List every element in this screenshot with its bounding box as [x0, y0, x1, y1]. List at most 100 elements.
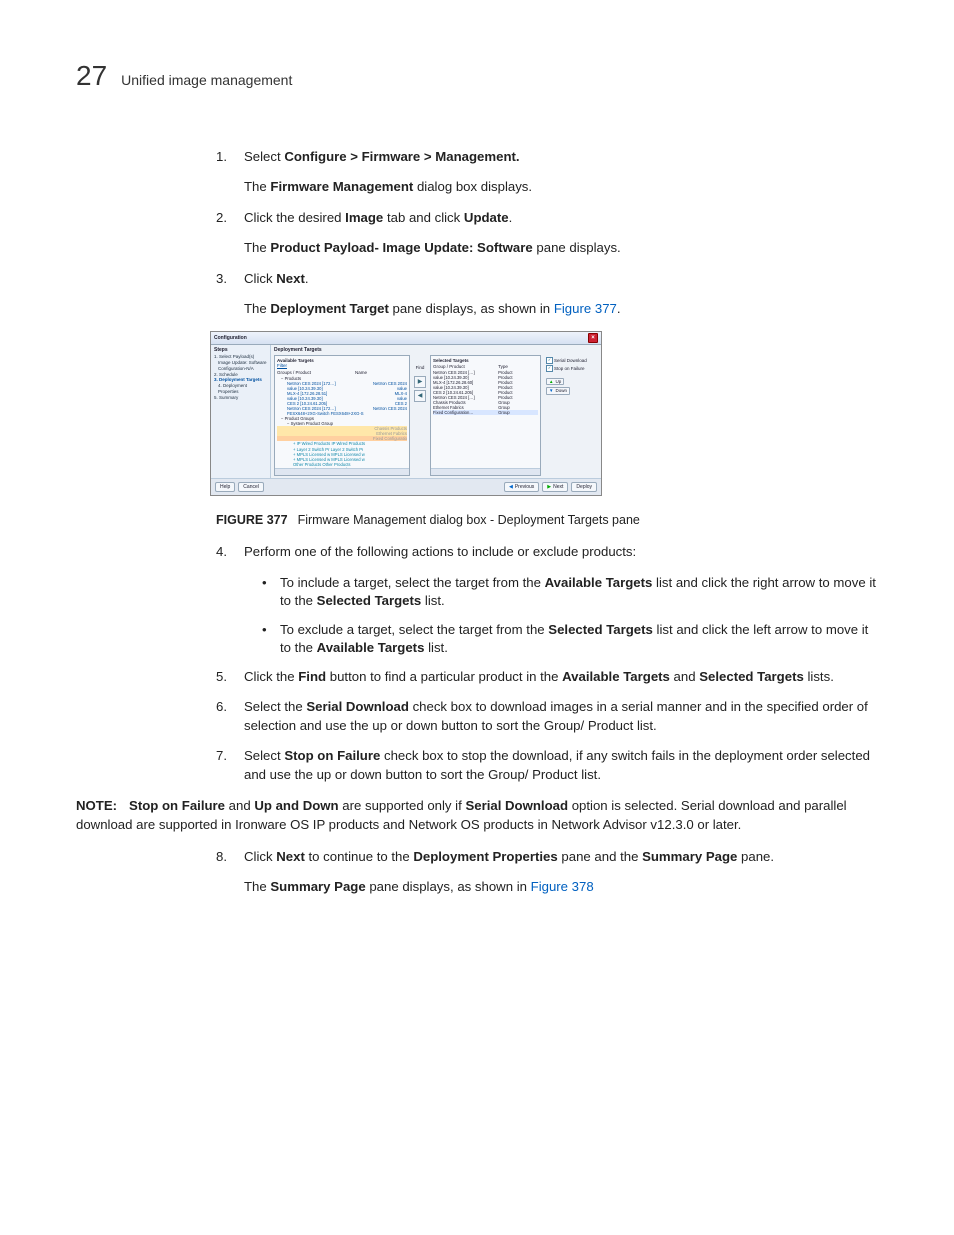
- step-4-bullet-1: To include a target, select the target f…: [262, 574, 878, 611]
- s4b1e: list.: [421, 593, 444, 608]
- step-5: Click the Find button to find a particul…: [216, 668, 878, 686]
- available-col-a[interactable]: Groups / Product: [277, 370, 355, 375]
- wizard-step[interactable]: 2. Schedule: [214, 372, 267, 377]
- s5g: lists.: [804, 669, 834, 684]
- down-label: Down: [555, 388, 567, 393]
- page-chapter-number: 27: [76, 60, 107, 92]
- image-tab-label: Image: [345, 210, 383, 225]
- up-button[interactable]: ▲Up: [546, 378, 564, 385]
- step-2-c: tab and click: [383, 210, 464, 225]
- move-right-button[interactable]: ▶: [414, 376, 426, 388]
- available-targets-label-3: Available Targets: [562, 669, 670, 684]
- next-label: Next: [553, 484, 563, 490]
- selected-targets-label-3: Selected Targets: [699, 669, 804, 684]
- s8e: pane and the: [558, 849, 642, 864]
- wizard-step[interactable]: 3. Deployment Targets: [214, 377, 267, 382]
- move-left-button[interactable]: ◀: [414, 390, 426, 402]
- step-3-result-e: .: [617, 301, 621, 316]
- find-button-label: Find: [298, 669, 326, 684]
- up-label: Up: [555, 379, 561, 384]
- s7a: Select: [244, 748, 284, 763]
- note-t5: Serial Download: [465, 798, 568, 813]
- note-real: NOTE:Stop on Failure and Up and Down are…: [76, 797, 878, 834]
- s8g: pane.: [737, 849, 774, 864]
- dialog-title: Configuration: [214, 335, 247, 341]
- next-button[interactable]: ▶Next: [542, 482, 568, 492]
- step-4-bullet-2: To exclude a target, select the target f…: [262, 621, 878, 658]
- step-3: Click Next. The Deployment Target pane d…: [216, 270, 878, 319]
- s5a: Click the: [244, 669, 298, 684]
- stop-on-failure-label: Stop on Failure: [554, 366, 585, 371]
- step-6: Select the Serial Download check box to …: [216, 698, 878, 735]
- figure-caption: Firmware Management dialog box - Deploym…: [298, 513, 640, 527]
- step-1: Select Configure > Firmware > Management…: [216, 148, 878, 197]
- step-2-result-a: The: [244, 240, 270, 255]
- scrollbar-horizontal[interactable]: [275, 468, 409, 475]
- step-1-text: Select: [244, 149, 284, 164]
- serial-download-checkbox[interactable]: ✓Serial Download: [546, 357, 596, 364]
- available-targets-label-1: Available Targets: [545, 575, 653, 590]
- step-2-e: .: [509, 210, 513, 225]
- figure-377-link[interactable]: Figure 377: [554, 301, 617, 316]
- steps-column-header: Steps: [214, 347, 267, 353]
- step-3-result-a: The: [244, 301, 270, 316]
- figure-378-link[interactable]: Figure 378: [531, 879, 594, 894]
- note-t4: are supported only if: [339, 798, 466, 813]
- scrollbar-horizontal-2[interactable]: [431, 468, 540, 475]
- wizard-step[interactable]: 1. Select Payload(s): [214, 354, 267, 359]
- next-button-label-2: Next: [276, 849, 305, 864]
- figure-number: FIGURE 377: [216, 513, 288, 527]
- previous-label: Previous: [515, 484, 534, 490]
- stop-on-failure-checkbox[interactable]: ✓Stop on Failure: [546, 365, 596, 372]
- selected-target-row[interactable]: Fixed Configuration…Group: [433, 410, 538, 415]
- step-3-c: .: [305, 271, 309, 286]
- firmware-management-label: Firmware Management: [270, 179, 413, 194]
- close-icon[interactable]: ×: [588, 333, 598, 343]
- page-header-title: Unified image management: [121, 72, 292, 88]
- deployment-properties-label: Deployment Properties: [413, 849, 557, 864]
- note-label-real: NOTE:: [76, 798, 117, 813]
- down-button[interactable]: ▼Down: [546, 387, 570, 394]
- step-4: Perform one of the following actions to …: [216, 543, 878, 657]
- wizard-step[interactable]: 5. Summary: [214, 395, 267, 400]
- s8c: to continue to the: [305, 849, 414, 864]
- summary-page-label: Summary Page: [642, 849, 737, 864]
- step-2-a: Click the desired: [244, 210, 345, 225]
- cancel-button[interactable]: Cancel: [238, 482, 264, 492]
- serial-download-label-2: Serial Download: [306, 699, 409, 714]
- available-targets-label-2: Available Targets: [317, 640, 425, 655]
- step-3-a: Click: [244, 271, 276, 286]
- wizard-step[interactable]: 4. Deployment Properties: [218, 383, 267, 394]
- previous-button[interactable]: ◀Previous: [504, 482, 539, 492]
- s4b2a: To exclude a target, select the target f…: [280, 622, 548, 637]
- s5e: and: [670, 669, 699, 684]
- available-col-b[interactable]: Name: [355, 370, 367, 375]
- figure-377-image: Configuration × Steps 1. Select Payload(…: [210, 331, 602, 496]
- filter-link[interactable]: Filter: [277, 363, 407, 368]
- help-button[interactable]: Help: [215, 482, 235, 492]
- wizard-step[interactable]: Image Update: Software: [218, 360, 267, 365]
- serial-download-label: Serial Download: [554, 358, 587, 363]
- available-targets-panel: Available Targets Filter Groups / Produc…: [274, 355, 410, 476]
- selected-targets-label-1: Selected Targets: [317, 593, 422, 608]
- deploy-button[interactable]: Deploy: [571, 482, 597, 492]
- selected-targets-title: Selected Targets: [433, 358, 538, 363]
- note-t2: and: [225, 798, 254, 813]
- find-label: Find: [416, 365, 425, 370]
- step-7: Select Stop on Failure check box to stop…: [216, 747, 878, 784]
- summary-page-label-2: Summary Page: [270, 879, 365, 894]
- update-button-label: Update: [464, 210, 509, 225]
- s8a: Click: [244, 849, 276, 864]
- product-payload-label: Product Payload- Image Update: Software: [270, 240, 532, 255]
- deployment-targets-header: Deployment Targets: [274, 347, 598, 353]
- step-2-result-c: pane displays.: [533, 240, 621, 255]
- wizard-step[interactable]: Configuration-N/A: [218, 366, 267, 371]
- step-8: Click Next to continue to the Deployment…: [216, 848, 878, 897]
- step-1-result-c: dialog box displays.: [413, 179, 532, 194]
- s8p2a: The: [244, 879, 270, 894]
- step-3-result-c: pane displays, as shown in: [389, 301, 554, 316]
- note-t3: Up and Down: [254, 798, 338, 813]
- s4b1a: To include a target, select the target f…: [280, 575, 545, 590]
- selected-targets-label-2: Selected Targets: [548, 622, 653, 637]
- deployment-target-label: Deployment Target: [270, 301, 388, 316]
